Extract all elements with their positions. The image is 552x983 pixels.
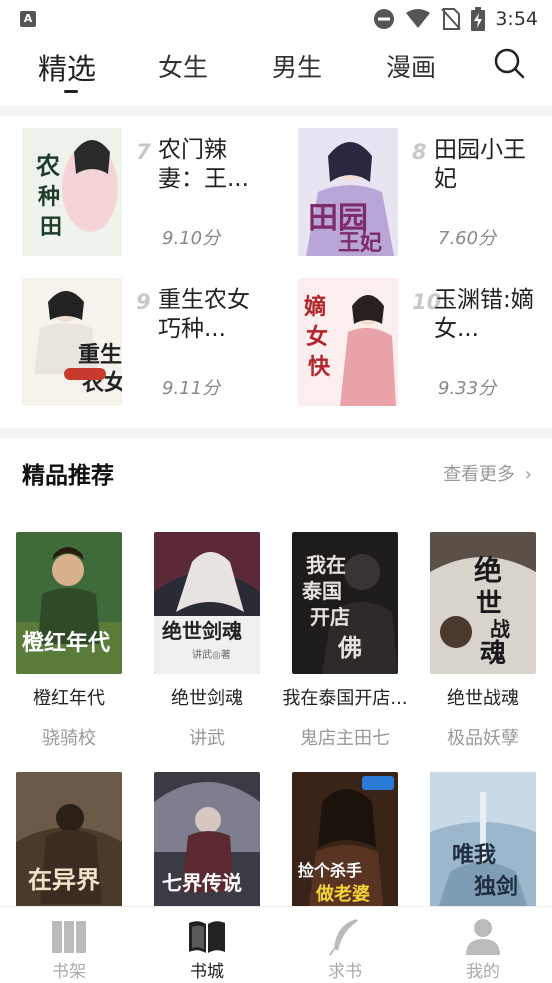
status-bar: A 3:54 bbox=[0, 0, 552, 38]
book-author: 极品妖孽 bbox=[447, 728, 519, 749]
divider bbox=[0, 428, 552, 438]
divider bbox=[0, 106, 552, 116]
book-title: 重生农女巧种... bbox=[158, 287, 250, 342]
rank-item[interactable]: 嫡女快 10 玉渊错:嫡女... 9.33分 bbox=[298, 278, 552, 406]
svg-text:泰国: 泰国 bbox=[301, 579, 342, 603]
book-cover[interactable]: 田园 王妃 bbox=[298, 128, 398, 256]
book-cover[interactable]: 在异界 bbox=[16, 772, 122, 914]
book-title: 绝世剑魂 bbox=[171, 688, 243, 709]
svg-text:田: 田 bbox=[40, 214, 62, 240]
svg-text:重生: 重生 bbox=[78, 342, 122, 368]
rank-item[interactable]: 重生 农女 9 重生农女巧种... 9.11分 bbox=[22, 278, 282, 406]
do-not-disturb-icon bbox=[374, 9, 395, 29]
book-cover[interactable]: 捡个杀手做老婆 bbox=[292, 772, 398, 914]
user-icon bbox=[466, 919, 500, 955]
book-title: 农门辣妻：王... bbox=[158, 137, 249, 192]
svg-text:开店: 开店 bbox=[310, 605, 350, 629]
svg-text:佛: 佛 bbox=[337, 633, 362, 662]
svg-text:种: 种 bbox=[38, 184, 60, 210]
nav-label: 书架 bbox=[52, 962, 86, 982]
rank-item[interactable]: 田园 王妃 8 田园小王妃 7.60分 bbox=[298, 128, 552, 256]
tab-female[interactable]: 女生 bbox=[158, 48, 208, 84]
nav-request-book[interactable]: 求书 bbox=[276, 907, 414, 983]
book-cover[interactable]: 我在 泰国 开店佛 bbox=[292, 532, 398, 674]
book-cover[interactable]: 七界传说 bbox=[154, 772, 260, 914]
svg-text:战: 战 bbox=[490, 617, 510, 641]
book-score: 9.11分 bbox=[162, 378, 221, 399]
book-title: 橙红年代 bbox=[33, 688, 105, 709]
book-score: 9.10分 bbox=[162, 228, 221, 249]
book-cover[interactable]: 嫡女快 bbox=[298, 278, 398, 406]
svg-text:女: 女 bbox=[306, 324, 328, 350]
book-cover[interactable]: 农种田 bbox=[22, 128, 122, 256]
svg-text:七界传说: 七界传说 bbox=[162, 871, 242, 895]
nav-profile[interactable]: 我的 bbox=[414, 907, 552, 983]
see-more-label: 查看更多 bbox=[443, 464, 516, 485]
feather-icon bbox=[329, 919, 358, 956]
svg-text:独剑: 独剑 bbox=[474, 874, 518, 900]
book-title: 我在泰国开店... bbox=[282, 688, 408, 709]
top-tabs: 精选 女生 男生 漫画 bbox=[0, 38, 552, 106]
see-more-link[interactable]: 查看更多 › bbox=[443, 460, 532, 486]
nav-label: 求书 bbox=[328, 962, 362, 982]
book-cover[interactable]: 橙红年代 bbox=[16, 532, 122, 674]
battery-charging-icon bbox=[471, 7, 486, 31]
svg-text:我在: 我在 bbox=[306, 553, 346, 577]
tab-comics[interactable]: 漫画 bbox=[386, 48, 436, 84]
book-author: 讲武 bbox=[189, 728, 225, 749]
rank-item[interactable]: 农种田 7 农门辣妻：王... 9.10分 bbox=[22, 128, 282, 256]
section-header: 精品推荐 查看更多 › bbox=[22, 452, 532, 492]
nav-bookstore[interactable]: 书城 bbox=[138, 907, 276, 983]
wifi-icon bbox=[406, 9, 431, 28]
book-score: 7.60分 bbox=[438, 228, 497, 249]
chevron-right-icon: › bbox=[524, 464, 532, 485]
svg-text:做老婆: 做老婆 bbox=[315, 883, 370, 905]
nav-bookshelf[interactable]: 书架 bbox=[0, 907, 138, 983]
book-cover[interactable]: 唯我独剑 bbox=[430, 772, 536, 914]
rank-number: 8 bbox=[412, 140, 427, 164]
svg-text:橙红年代: 橙红年代 bbox=[22, 630, 110, 656]
nav-label: 书城 bbox=[190, 962, 224, 982]
no-sim-icon bbox=[441, 8, 462, 30]
svg-text:讲武◎著: 讲武◎著 bbox=[192, 648, 231, 661]
svg-text:世: 世 bbox=[476, 589, 502, 619]
book-cover[interactable]: 重生 农女 bbox=[22, 278, 122, 406]
book-cover[interactable]: 绝世战魂 bbox=[430, 532, 536, 674]
svg-text:魂: 魂 bbox=[480, 639, 506, 669]
svg-text:绝: 绝 bbox=[474, 554, 502, 587]
nav-label: 我的 bbox=[466, 962, 500, 982]
app-notification-icon: A bbox=[20, 11, 36, 27]
open-book-icon bbox=[189, 921, 225, 953]
svg-text:王妃: 王妃 bbox=[338, 230, 382, 256]
svg-text:唯我: 唯我 bbox=[452, 842, 496, 868]
book-title: 绝世战魂 bbox=[447, 688, 519, 709]
book-author: 鬼店主田七 bbox=[300, 728, 390, 749]
svg-text:捡个杀手: 捡个杀手 bbox=[298, 861, 362, 880]
book-title: 田园小王妃 bbox=[434, 137, 526, 192]
clock: 3:54 bbox=[495, 8, 538, 30]
svg-text:农: 农 bbox=[35, 151, 60, 180]
book-title: 玉渊错:嫡女... bbox=[434, 287, 534, 342]
book-cover[interactable]: 绝世剑魂讲武◎著 bbox=[154, 532, 260, 674]
book-score: 9.33分 bbox=[438, 378, 497, 399]
svg-text:绝世剑魂: 绝世剑魂 bbox=[162, 619, 242, 643]
section-title: 精品推荐 bbox=[22, 463, 114, 489]
bookshelf-icon bbox=[52, 921, 86, 953]
tab-male[interactable]: 男生 bbox=[272, 48, 322, 84]
search-icon[interactable] bbox=[492, 46, 526, 80]
svg-text:在异界: 在异界 bbox=[28, 865, 100, 894]
tab-featured[interactable]: 精选 bbox=[38, 46, 96, 88]
book-author: 骁骑校 bbox=[42, 728, 96, 749]
bottom-nav: 书架 书城 求书 我的 bbox=[0, 906, 552, 983]
svg-text:快: 快 bbox=[308, 354, 331, 380]
rank-number: 9 bbox=[136, 290, 151, 314]
svg-text:嫡: 嫡 bbox=[304, 294, 326, 320]
active-tab-indicator bbox=[64, 90, 78, 93]
rank-number: 7 bbox=[136, 140, 151, 164]
